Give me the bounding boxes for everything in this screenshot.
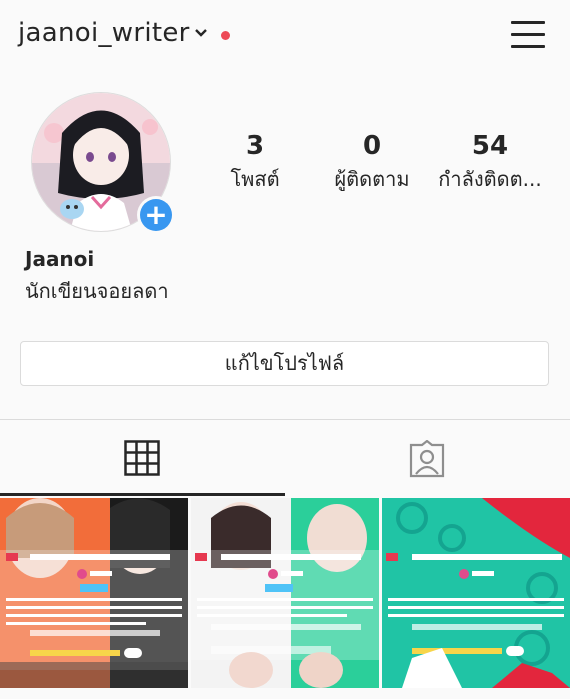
chevron-down-icon[interactable] — [194, 28, 208, 38]
tab-grid[interactable] — [0, 420, 285, 496]
followers-label: ผู้ติดตาม — [334, 167, 410, 191]
stat-followers[interactable]: 0 ผู้ติดตาม — [330, 128, 414, 194]
followers-count: 0 — [362, 131, 382, 161]
edit-profile-button[interactable]: แก้ไขโปรไฟล์ — [20, 341, 549, 386]
post-thumbnail[interactable] — [382, 498, 570, 688]
plus-icon: + — [140, 199, 172, 231]
posts-count: 3 — [245, 131, 265, 161]
grid-icon — [124, 440, 160, 476]
active-tab-indicator — [0, 493, 285, 496]
notification-dot-icon — [221, 31, 230, 40]
top-bar: jaanoi_writer — [0, 0, 570, 72]
post-thumbnail[interactable] — [0, 498, 188, 688]
posts-grid — [0, 498, 570, 699]
posts-label: โพสต์ — [230, 167, 280, 191]
username-title[interactable]: jaanoi_writer — [18, 18, 190, 48]
add-story-button[interactable]: + — [137, 196, 175, 234]
tagged-person-icon — [409, 440, 445, 478]
profile-name: Jaanoi — [25, 247, 95, 271]
hamburger-menu-icon[interactable] — [511, 19, 547, 51]
following-label: กำลังติดต... — [438, 167, 542, 191]
tab-tagged[interactable] — [285, 420, 570, 496]
stat-following[interactable]: 54 กำลังติดต... — [436, 128, 544, 194]
stat-posts[interactable]: 3 โพสต์ — [226, 128, 284, 194]
following-count: 54 — [471, 131, 509, 161]
post-thumbnail[interactable] — [191, 498, 379, 688]
profile-bio: นักเขียนจอยลดา — [25, 279, 169, 303]
